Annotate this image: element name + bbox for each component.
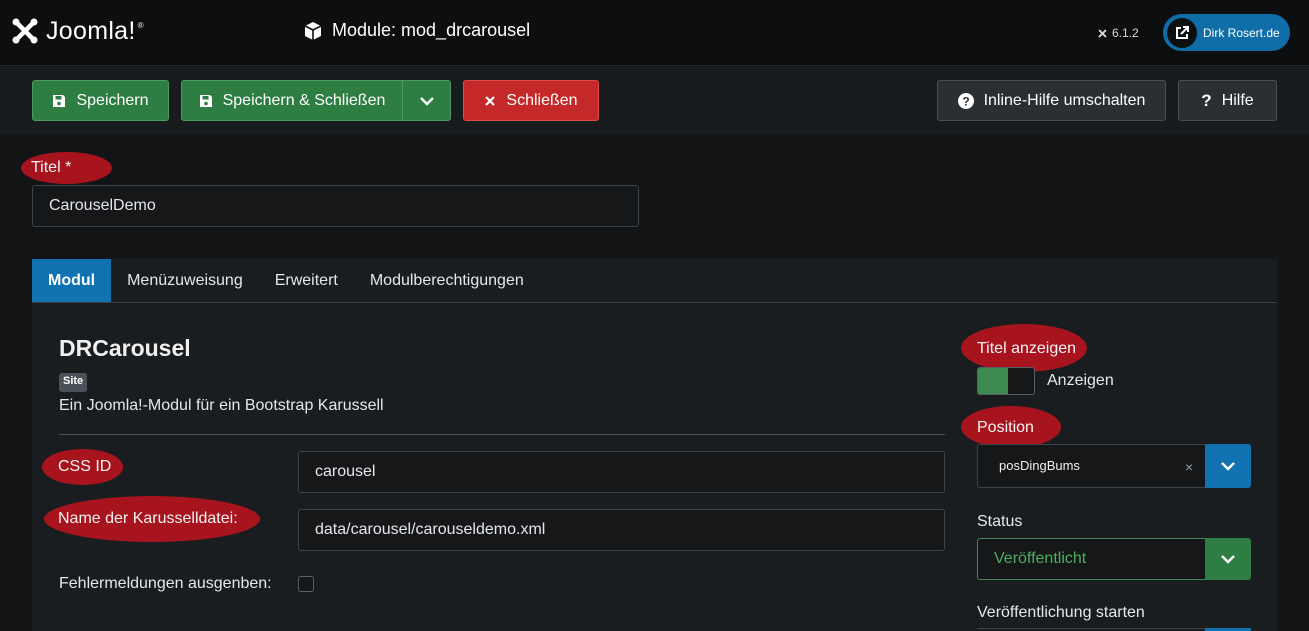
- version-number: 6.1.2: [1112, 26, 1139, 40]
- svg-text:?: ?: [962, 94, 969, 108]
- save-close-label: Speichern & Schließen: [222, 91, 386, 109]
- position-dropdown-button[interactable]: [1205, 444, 1251, 488]
- inline-help-toggle-button[interactable]: ? Inline-Hilfe umschalten: [937, 80, 1166, 121]
- save-label: Speichern: [76, 91, 149, 109]
- module-description: Ein Joomla!-Modul für ein Bootstrap Karu…: [59, 397, 384, 414]
- divider: [59, 434, 945, 435]
- module-name: DRCarousel: [59, 335, 191, 361]
- cube-icon: [304, 21, 322, 40]
- close-button[interactable]: Schließen: [463, 80, 599, 121]
- show-title-switch[interactable]: [977, 367, 1035, 395]
- carousel-file-label: Name der Karusselldatei:: [44, 496, 260, 542]
- site-link-label: Dirk Rosert.de: [1203, 25, 1280, 40]
- tab-advanced[interactable]: Erweitert: [259, 259, 354, 302]
- switch-knob: [978, 368, 1008, 394]
- chevron-down-icon: [1221, 555, 1235, 564]
- version-info: 6.1.2: [1097, 26, 1139, 40]
- floppy-disk-icon: [199, 94, 212, 107]
- chevron-down-icon: [419, 96, 434, 106]
- question-circle-icon: ?: [957, 92, 974, 109]
- page-title-group: Module: mod_drcarousel: [303, 20, 530, 41]
- brand-name: Joomla!: [46, 16, 136, 45]
- publish-start-label: Veröffentlichung starten: [977, 604, 1145, 621]
- clear-selection-icon[interactable]: ×: [1185, 459, 1193, 475]
- help-label: Hilfe: [1221, 91, 1254, 109]
- tab-list: Modul Menüzuweisung Erweitert Modulberec…: [32, 259, 1277, 303]
- joomla-logo[interactable]: Joomla! ®: [10, 16, 144, 46]
- save-button[interactable]: Speichern: [32, 80, 169, 121]
- external-link-icon-wrap: [1167, 17, 1197, 48]
- external-link-icon: [1176, 25, 1189, 39]
- question-mark-icon: ?: [1201, 90, 1212, 110]
- css-id-label: CSS ID: [42, 449, 123, 485]
- site-badge: Site: [59, 373, 88, 392]
- tab-permissions[interactable]: Modulberechtigungen: [354, 259, 540, 302]
- tab-menu-assignment[interactable]: Menüzuweisung: [111, 259, 259, 302]
- tab-modul[interactable]: Modul: [32, 259, 112, 302]
- inline-help-label: Inline-Hilfe umschalten: [983, 91, 1146, 109]
- position-select[interactable]: posDingBums ×: [977, 444, 1205, 488]
- show-title-label: Titel anzeigen: [961, 324, 1087, 372]
- title-label: Titel *: [21, 152, 112, 184]
- site-link-button[interactable]: Dirk Rosert.de: [1163, 14, 1290, 51]
- joomla-icon: [12, 18, 38, 44]
- error-messages-checkbox[interactable]: [298, 576, 314, 592]
- css-id-input[interactable]: carousel: [298, 451, 945, 493]
- joomla-small-icon: [1098, 29, 1107, 37]
- chevron-down-icon: [1221, 462, 1235, 471]
- status-dropdown-button[interactable]: [1205, 538, 1251, 580]
- save-dropdown-toggle[interactable]: [402, 80, 451, 121]
- close-icon: [485, 95, 496, 106]
- save-close-button[interactable]: Speichern & Schließen: [181, 80, 403, 121]
- position-value: posDingBums: [999, 458, 1080, 473]
- status-label: Status: [977, 513, 1023, 530]
- title-input[interactable]: CarouselDemo: [32, 185, 639, 227]
- error-messages-label: Fehlermeldungen ausgenben:: [59, 575, 272, 592]
- help-button[interactable]: ? Hilfe: [1178, 80, 1277, 121]
- floppy-disk-icon: [53, 94, 66, 107]
- carousel-file-input[interactable]: data/carousel/carouseldemo.xml: [298, 509, 945, 551]
- page-title: Module: mod_drcarousel: [332, 20, 531, 40]
- close-label: Schließen: [506, 91, 578, 109]
- position-label: Position: [961, 406, 1061, 448]
- status-select[interactable]: Veröffentlicht: [977, 538, 1205, 580]
- brand-trademark: ®: [137, 20, 144, 30]
- show-title-switch-label: Anzeigen: [1047, 372, 1114, 389]
